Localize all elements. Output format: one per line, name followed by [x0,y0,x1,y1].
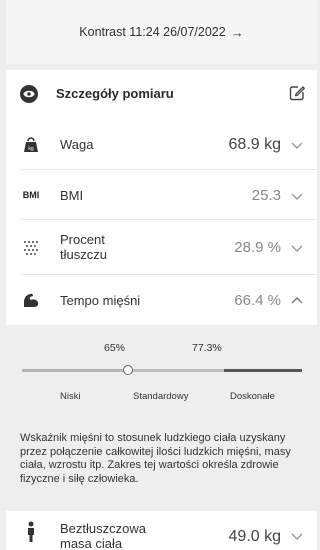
row-body-fat[interactable]: Procent tłuszczu 28.9 % [6,220,317,275]
row-label-line2: masa ciała [60,536,123,550]
row-bmi[interactable]: BMI BMI 25.3 [6,170,317,220]
card-header: Szczegóły pomiaru [6,70,317,118]
measurement-details-card: Szczegóły pomiaru kg Waga 68.9 kg BMI BM… [6,70,317,550]
arm-muscle-icon [20,289,42,311]
row-lean-mass[interactable]: Beztłuszczowa masa ciała 49.0 kg [6,511,317,550]
row-muscle-rate[interactable]: Tempo mięśni 66.4 % [6,275,317,325]
row-label: Tempo mięśni [60,293,141,308]
eye-icon [20,85,38,103]
chevron-down-icon[interactable] [290,241,304,255]
row-value: 66.4 % [234,292,281,309]
row-label-line1: Procent [60,232,105,247]
card-title: Szczegóły pomiaru [56,86,174,101]
threshold-high-label: 77.3% [192,342,222,354]
zone-label-standard: Standardowy [133,391,189,402]
chevron-down-icon[interactable] [290,138,304,152]
range-track-standard [126,369,224,372]
row-label-line2: tłuszczu [60,247,107,262]
dots-grid-icon [20,237,42,259]
row-label: Beztłuszczowa masa ciała [60,521,146,550]
kettlebell-icon: kg [20,134,42,156]
row-label: BMI [60,188,84,203]
zone-label-excellent: Doskonałe [230,391,275,402]
measurement-compare-link[interactable]: Kontrast 11:24 26/07/2022 → [6,0,317,64]
current-value-marker [123,365,133,375]
threshold-low-label: 65% [104,342,126,354]
chevron-down-icon[interactable] [290,189,304,203]
arrow-right-icon: → [230,24,244,40]
row-value: 68.9 kg [228,136,281,153]
person-icon [20,521,42,543]
row-label: Procent tłuszczu [60,232,107,262]
range-track-low [22,369,126,372]
svg-text:kg: kg [28,146,34,152]
range-track-excellent [224,369,302,372]
chevron-up-icon[interactable] [290,294,304,308]
zone-label-low: Niski [60,391,81,402]
row-value: 25.3 [251,187,281,204]
muscle-rate-description: Wskaźnik mięśni to stosunek ludzkiego ci… [20,432,291,485]
row-weight[interactable]: kg Waga 68.9 kg [6,120,317,170]
muscle-rate-detail-panel: 65% 77.3% Niski Standardowy Doskonałe Ws… [6,325,317,511]
edit-icon[interactable] [288,84,306,102]
row-value: 28.9 % [234,239,281,256]
row-value: 49.0 kg [228,528,281,545]
row-label-line1: Beztłuszczowa [60,521,146,536]
bmi-icon: BMI [22,190,40,200]
chevron-down-icon[interactable] [290,529,304,543]
compare-link-text: Kontrast 11:24 26/07/2022 [79,25,226,39]
row-label: Waga [60,137,94,152]
